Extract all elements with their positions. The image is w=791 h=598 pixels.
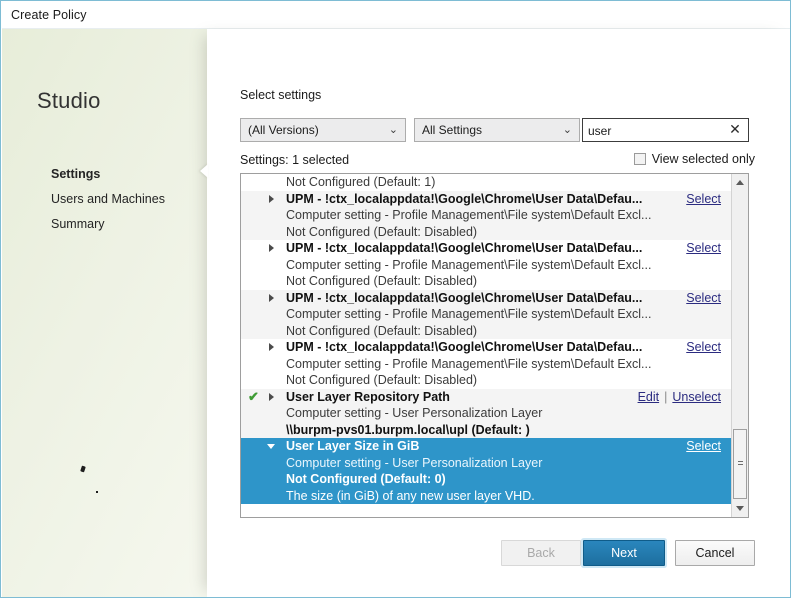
window-title: Create Policy bbox=[11, 8, 87, 22]
expander-expand-icon[interactable] bbox=[269, 393, 274, 401]
chevron-down-icon: ⌄ bbox=[389, 123, 398, 137]
row-val: Not Configured (Default: Disabled) bbox=[241, 224, 731, 241]
row-actions: Select bbox=[686, 290, 721, 307]
row-sub: Computer setting - Profile Management\Fi… bbox=[241, 257, 731, 274]
search-input[interactable] bbox=[588, 122, 714, 139]
sidebar-item-users-and-machines[interactable]: Users and Machines bbox=[51, 192, 165, 206]
select-link[interactable]: Select bbox=[686, 439, 721, 453]
edit-link[interactable]: Edit bbox=[638, 390, 660, 404]
row-title: UPM - !ctx_localappdata!\Google\Chrome\U… bbox=[241, 240, 731, 257]
row-val: Not Configured (Default: Disabled) bbox=[241, 372, 731, 389]
wizard-sidebar: Studio Settings Users and Machines Summa… bbox=[1, 29, 207, 597]
clear-search-icon[interactable]: ✕ bbox=[727, 121, 743, 138]
row-val: Not Configured (Default: 1) bbox=[241, 174, 731, 191]
view-selected-only-checkbox[interactable]: View selected only bbox=[634, 152, 755, 166]
cancel-button[interactable]: Cancel bbox=[675, 540, 755, 566]
table-row[interactable]: UPM - !ctx_localappdata!\Google\Chrome\U… bbox=[241, 240, 731, 290]
row-actions: Select bbox=[686, 240, 721, 257]
brand-logo-text: Studio bbox=[37, 88, 101, 114]
row-actions: Select bbox=[686, 191, 721, 208]
selected-check-icon: ✔ bbox=[248, 389, 259, 406]
table-row[interactable]: User Layer Size in GiBSelect Computer set… bbox=[241, 438, 731, 504]
version-filter-value: (All Versions) bbox=[248, 123, 319, 137]
settings-type-filter-value: All Settings bbox=[422, 123, 482, 137]
table-row[interactable]: UPM - !ctx_localappdata!\Google\Chrome\U… bbox=[241, 290, 731, 340]
row-sub: Computer setting - Profile Management\Fi… bbox=[241, 306, 731, 323]
row-title: User Layer Size in GiB bbox=[241, 438, 731, 455]
window-titlebar: Create Policy bbox=[2, 2, 791, 29]
grip-icon bbox=[738, 461, 743, 466]
scrollbar-thumb[interactable] bbox=[733, 429, 747, 499]
row-sub: Computer setting - User Personalization … bbox=[241, 455, 731, 472]
table-row[interactable]: UPM - !ctx_localappdata!\Google\Chrome\U… bbox=[241, 339, 731, 389]
settings-type-filter-select[interactable]: All Settings ⌄ bbox=[414, 118, 580, 142]
table-row[interactable]: Not Configured (Default: 1) bbox=[241, 174, 731, 191]
table-row[interactable]: UPM - !ctx_localappdata!\Google\Chrome\U… bbox=[241, 191, 731, 241]
row-sub: Computer setting - User Personalization … bbox=[241, 405, 731, 422]
search-field[interactable]: ✕ bbox=[582, 118, 749, 142]
expander-expand-icon[interactable] bbox=[269, 195, 274, 203]
checkbox-icon bbox=[634, 153, 646, 165]
triangle-down-icon bbox=[736, 506, 744, 511]
select-link[interactable]: Select bbox=[686, 340, 721, 354]
settings-pane: Select settings (All Versions) ⌄ All Set… bbox=[207, 29, 791, 597]
row-actions: Edit|Unselect bbox=[638, 389, 721, 406]
expander-expand-icon[interactable] bbox=[269, 343, 274, 351]
settings-selected-count: Settings: 1 selected bbox=[240, 153, 349, 167]
row-val-bold: Not Configured (Default: 0) bbox=[241, 471, 731, 488]
row-desc: The size (in GiB) of any new user layer … bbox=[241, 488, 731, 505]
expander-expand-icon[interactable] bbox=[269, 244, 274, 252]
row-sub: Computer setting - Profile Management\Fi… bbox=[241, 207, 731, 224]
select-link[interactable]: Select bbox=[686, 291, 721, 305]
next-button[interactable]: Next bbox=[583, 540, 665, 566]
chevron-down-icon: ⌄ bbox=[563, 123, 572, 137]
sidebar-item-settings[interactable]: Settings bbox=[51, 167, 100, 181]
version-filter-select[interactable]: (All Versions) ⌄ bbox=[240, 118, 406, 142]
back-button[interactable]: Back bbox=[501, 540, 581, 566]
row-val: Not Configured (Default: Disabled) bbox=[241, 273, 731, 290]
action-divider: | bbox=[659, 390, 672, 404]
settings-list: Not Configured (Default: 1)UPM - !ctx_lo… bbox=[240, 173, 749, 518]
scroll-up-button[interactable] bbox=[732, 174, 748, 191]
row-sub: Computer setting - Profile Management\Fi… bbox=[241, 356, 731, 373]
cursor-artifact bbox=[80, 466, 86, 473]
row-actions: Select bbox=[686, 339, 721, 356]
row-val-bold: \\burpm-pvs01.burpm.local\upl (Default: … bbox=[241, 422, 731, 439]
page-title: Select settings bbox=[240, 88, 321, 102]
cursor-artifact-dot bbox=[96, 491, 98, 493]
view-selected-only-label: View selected only bbox=[652, 152, 755, 166]
settings-list-scrollbar[interactable] bbox=[731, 174, 748, 517]
select-link[interactable]: Select bbox=[686, 192, 721, 206]
unselect-link[interactable]: Unselect bbox=[672, 390, 721, 404]
row-actions: Select bbox=[686, 438, 721, 455]
sidebar-item-summary[interactable]: Summary bbox=[51, 217, 104, 231]
create-policy-dialog: Create Policy Studio Settings Users and … bbox=[0, 0, 791, 598]
row-title: UPM - !ctx_localappdata!\Google\Chrome\U… bbox=[241, 339, 731, 356]
row-val: Not Configured (Default: Disabled) bbox=[241, 323, 731, 340]
row-title: UPM - !ctx_localappdata!\Google\Chrome\U… bbox=[241, 290, 731, 307]
scroll-down-button[interactable] bbox=[732, 500, 748, 517]
triangle-up-icon bbox=[736, 180, 744, 185]
expander-expand-icon[interactable] bbox=[269, 294, 274, 302]
select-link[interactable]: Select bbox=[686, 241, 721, 255]
table-row[interactable]: User Layer Repository Path✔Edit|Unselect… bbox=[241, 389, 731, 439]
row-title: UPM - !ctx_localappdata!\Google\Chrome\U… bbox=[241, 191, 731, 208]
expander-collapse-icon[interactable] bbox=[267, 444, 275, 449]
settings-list-rows[interactable]: Not Configured (Default: 1)UPM - !ctx_lo… bbox=[241, 174, 731, 517]
